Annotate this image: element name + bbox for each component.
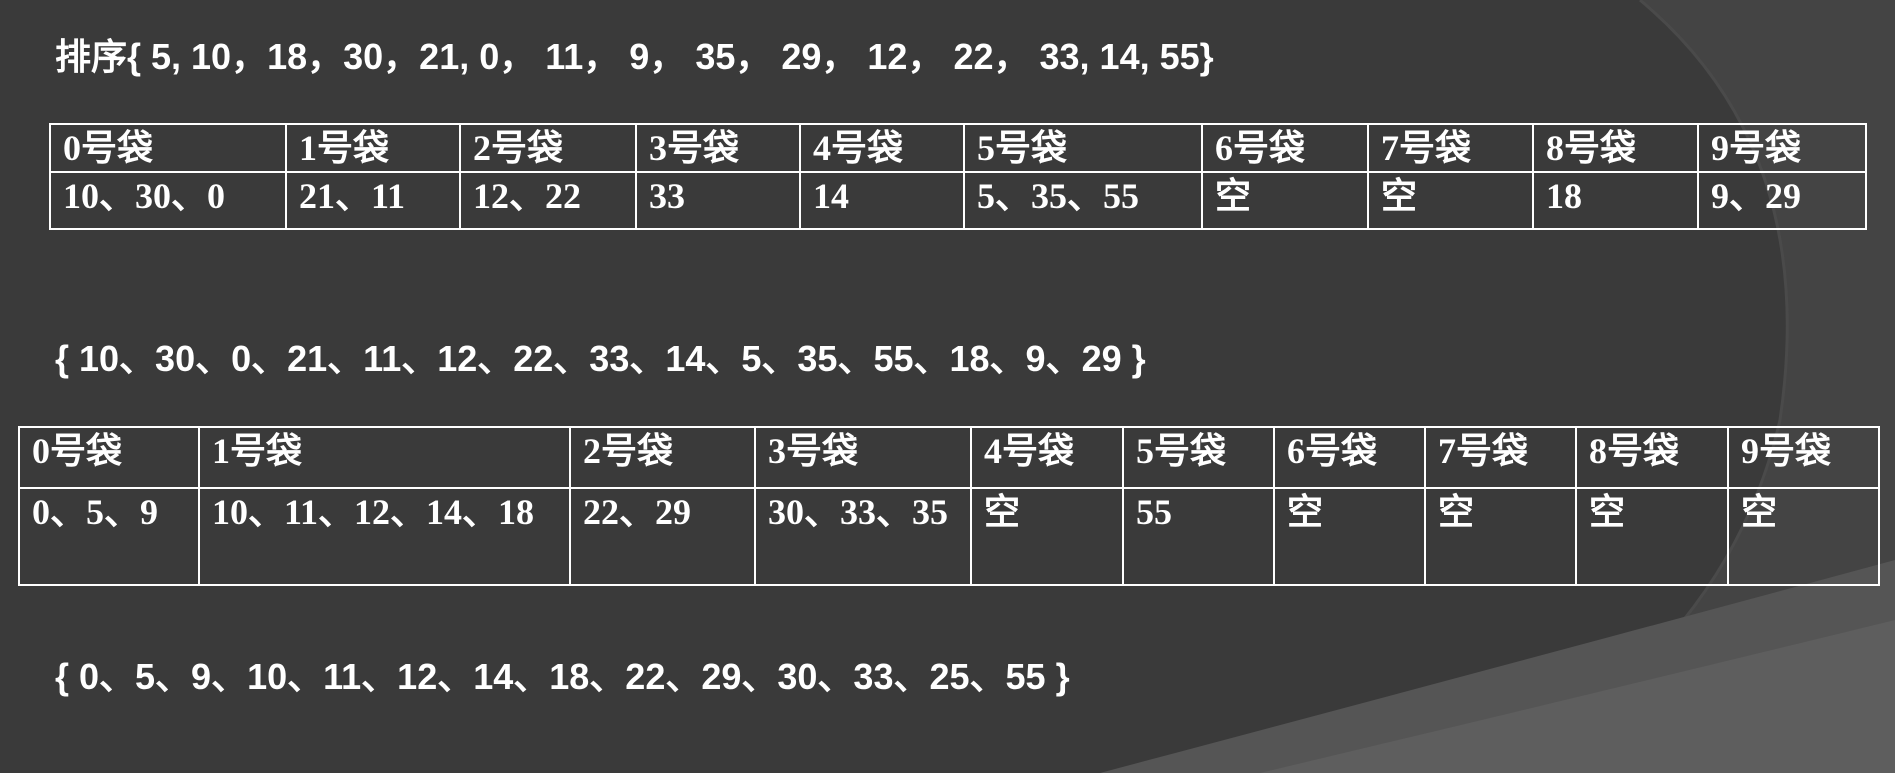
bucket-contents: 5、35、55 [963,171,1203,230]
bucket-header: 9号袋 [1697,123,1867,173]
bucket-header: 8号袋 [1532,123,1699,173]
bucket-contents: 空 [1201,171,1369,230]
bucket-header: 6号袋 [1273,426,1426,489]
bucket-header: 0号袋 [49,123,287,173]
bucket-header: 7号袋 [1367,123,1534,173]
table-header-row: 0号袋 1号袋 2号袋 3号袋 4号袋 5号袋 6号袋 7号袋 8号袋 9号袋 [18,426,1880,489]
bucket-contents: 55 [1122,487,1275,586]
table-header-row: 0号袋 1号袋 2号袋 3号袋 4号袋 5号袋 6号袋 7号袋 8号袋 9号袋 [49,123,1867,173]
bucket-header: 8号袋 [1575,426,1729,489]
bucket-table-pass-2: 0号袋 1号袋 2号袋 3号袋 4号袋 5号袋 6号袋 7号袋 8号袋 9号袋 … [18,426,1880,586]
bucket-header: 9号袋 [1727,426,1880,489]
bucket-header: 5号袋 [963,123,1203,173]
bucket-header: 3号袋 [754,426,972,489]
bucket-header: 2号袋 [569,426,756,489]
bucket-contents: 14 [799,171,965,230]
bucket-table-pass-1: 0号袋 1号袋 2号袋 3号袋 4号袋 5号袋 6号袋 7号袋 8号袋 9号袋 … [49,123,1867,230]
bucket-contents: 21、11 [285,171,461,230]
bucket-contents: 空 [1575,487,1729,586]
bucket-header: 4号袋 [799,123,965,173]
bucket-contents: 33 [635,171,801,230]
bucket-contents: 10、30、0 [49,171,287,230]
table-row: 10、30、0 21、11 12、22 33 14 5、35、55 空 空 18… [49,171,1867,230]
table-row: 0、5、9 10、11、12、14、18 22、29 30、33、35 空 55… [18,487,1880,586]
bucket-header: 1号袋 [198,426,571,489]
bucket-contents: 30、33、35 [754,487,972,586]
bucket-header: 4号袋 [970,426,1124,489]
bucket-contents: 9、29 [1697,171,1867,230]
bucket-contents: 22、29 [569,487,756,586]
bucket-contents: 空 [970,487,1124,586]
bucket-header: 7号袋 [1424,426,1577,489]
bucket-contents: 空 [1727,487,1880,586]
bucket-header: 6号袋 [1201,123,1369,173]
bucket-header: 3号袋 [635,123,801,173]
bucket-header: 5号袋 [1122,426,1275,489]
sort-input-sequence: 排序{ 5, 10，18，30，21, 0， 11， 9， 35， 29， 12… [55,36,1214,77]
bucket-contents: 0、5、9 [18,487,200,586]
sorted-result-sequence: { 0、5、9、10、11、12、14、18、22、29、30、33、25、55… [55,656,1070,697]
bucket-contents: 18 [1532,171,1699,230]
bucket-contents: 空 [1273,487,1426,586]
bucket-header: 1号袋 [285,123,461,173]
bucket-contents: 空 [1367,171,1534,230]
bucket-contents: 10、11、12、14、18 [198,487,571,586]
bucket-header: 2号袋 [459,123,637,173]
bucket-contents: 空 [1424,487,1577,586]
pass-1-result-sequence: { 10、30、0、21、11、12、22、33、14、5、35、55、18、9… [55,338,1146,379]
bucket-header: 0号袋 [18,426,200,489]
bucket-contents: 12、22 [459,171,637,230]
